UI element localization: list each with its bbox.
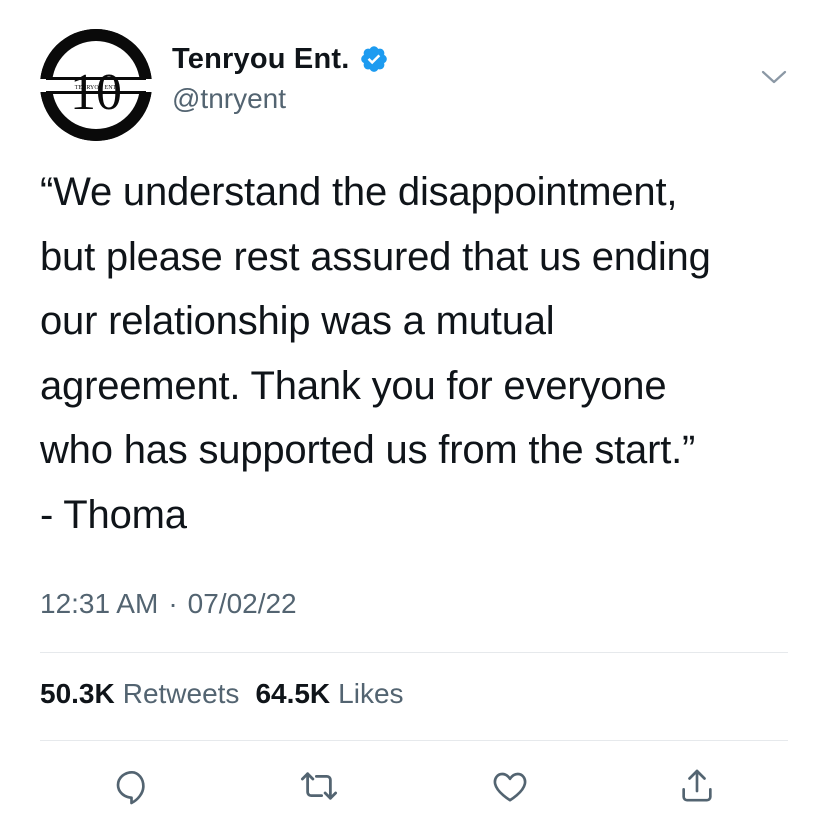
share-button[interactable] — [675, 764, 719, 808]
reply-button[interactable] — [110, 764, 154, 808]
divider — [40, 740, 788, 741]
likes-label[interactable]: Likes — [338, 678, 403, 710]
avatar-subtext: TENRYOU ENT. — [75, 85, 118, 91]
share-icon — [682, 769, 712, 802]
like-button[interactable] — [488, 764, 532, 808]
retweet-button[interactable] — [297, 764, 341, 808]
avatar-logo-icon: 10 TENRYOU ENT. — [40, 29, 152, 141]
tweet-date: 07/02/22 — [187, 588, 297, 619]
retweets-count[interactable]: 50.3K — [40, 678, 115, 710]
timestamp-separator: · — [168, 588, 178, 619]
likes-count[interactable]: 64.5K — [255, 678, 330, 710]
tweet-text: “We understand the disappointment, but p… — [40, 170, 711, 537]
display-name[interactable]: Tenryou Ent. — [172, 43, 349, 76]
retweets-label[interactable]: Retweets — [123, 678, 240, 710]
chevron-down-icon[interactable] — [759, 66, 789, 88]
user-handle[interactable]: @tnryent — [172, 83, 286, 115]
retweet-icon — [300, 772, 338, 800]
tweet-time: 12:31 AM — [40, 588, 159, 619]
heart-icon — [493, 772, 527, 802]
verified-badge-icon — [359, 44, 389, 74]
divider — [40, 652, 788, 653]
name-row[interactable]: Tenryou Ent. — [172, 40, 389, 78]
engagement-stats: 50.3K Retweets 64.5K Likes — [40, 678, 420, 710]
tweet-card: 10 TENRYOU ENT. Tenryou Ent. @tnryent “W… — [0, 0, 828, 830]
reply-icon — [116, 771, 145, 805]
timestamp[interactable]: 12:31 AM · 07/02/22 — [40, 588, 297, 620]
avatar[interactable]: 10 TENRYOU ENT. — [40, 29, 152, 141]
